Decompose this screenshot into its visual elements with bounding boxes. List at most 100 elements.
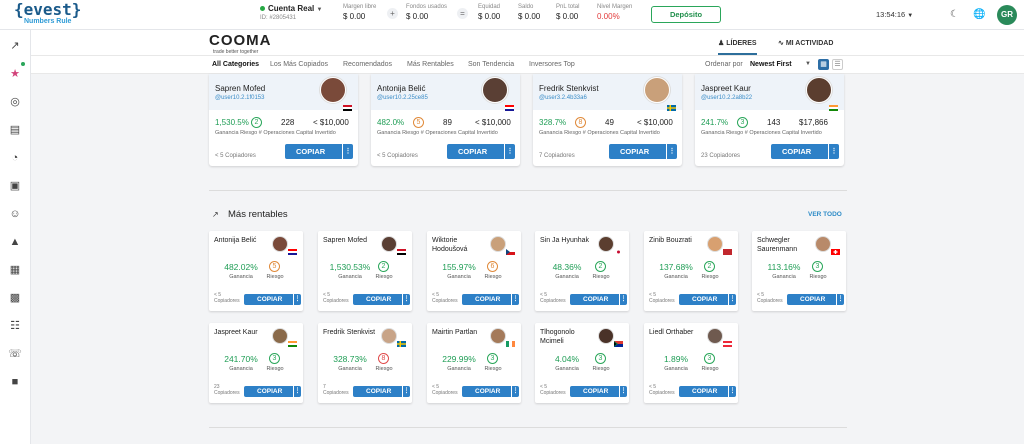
view-all-link[interactable]: VER TODO	[808, 211, 842, 218]
copy-button[interactable]: COPIAR ⋮	[771, 144, 839, 159]
filter-all-categories[interactable]: All Categories	[212, 61, 259, 68]
more-icon[interactable]: ⋮	[293, 386, 301, 397]
copy-button[interactable]: COPIAR ⋮	[679, 294, 736, 305]
leader-card[interactable]: Sapren Mofed @user10.2.1f0153 1,530.5% 2 228…	[209, 74, 358, 166]
copy-button[interactable]: COPIAR ⋮	[244, 386, 301, 397]
more-icon[interactable]: ⋮	[836, 294, 844, 305]
chart-line-icon[interactable]: ↗	[8, 39, 22, 53]
trader-name[interactable]: Antonija Belić	[377, 84, 425, 93]
avatar[interactable]	[707, 328, 723, 344]
globe-icon[interactable]: 🌐	[973, 9, 985, 20]
trader-name[interactable]: Fredrik Stenkvist	[323, 329, 381, 338]
more-icon[interactable]: ⋮	[342, 144, 353, 159]
trader-card[interactable]: Sapren Mofed 1,530.53% 2 Ganancia Riesgo < 5C…	[318, 231, 412, 311]
copy-button[interactable]: COPIAR ⋮	[787, 294, 844, 305]
trader-name[interactable]: Schwegler Saurenmann	[757, 237, 815, 254]
avatar[interactable]	[272, 328, 288, 344]
avatar[interactable]	[381, 328, 397, 344]
support-icon[interactable]: ☺	[8, 207, 22, 221]
avatar[interactable]	[381, 236, 397, 252]
calculator-icon[interactable]: ▩	[8, 291, 22, 305]
filter-most-profitable[interactable]: Más Rentables	[407, 61, 454, 68]
trader-name[interactable]: Tlhogonolo Mcimeli	[540, 329, 598, 346]
filter-recommended[interactable]: Recomendados	[343, 61, 392, 68]
trader-name[interactable]: Sapren Mofed	[323, 237, 381, 246]
leader-card[interactable]: Fredrik Stenkvist @user3.2.4b33a6 328.7% 8 4…	[533, 74, 682, 166]
copy-button[interactable]: COPIAR ⋮	[447, 144, 515, 159]
more-icon[interactable]: ⋮	[504, 144, 515, 159]
copy-button[interactable]: COPIAR ⋮	[570, 294, 627, 305]
copy-button[interactable]: COPIAR ⋮	[285, 144, 353, 159]
more-icon[interactable]: ⋮	[728, 386, 736, 397]
copy-button[interactable]: COPIAR ⋮	[609, 144, 677, 159]
graduation-cap-icon[interactable]: ▲	[8, 235, 22, 249]
trader-name[interactable]: Wiktorie Hodoušová	[432, 237, 490, 254]
trader-name[interactable]: Liedl Orthaber	[649, 329, 707, 338]
more-icon[interactable]: ⋮	[619, 386, 627, 397]
leader-card[interactable]: Antonija Belić @user10.2.25ce85 482.0% 5 89 <…	[371, 74, 520, 166]
trader-username[interactable]: @user10.2.2a8b22	[701, 95, 752, 101]
list-view-icon[interactable]: ☰	[832, 59, 843, 70]
more-icon[interactable]: ⋮	[511, 386, 519, 397]
trader-name[interactable]: Sapren Mofed	[215, 84, 265, 93]
tab-my-activity[interactable]: ∿ MI ACTIVIDAD	[778, 39, 833, 47]
chevron-down-icon[interactable]: ▼	[805, 61, 811, 67]
leader-card[interactable]: Jaspreet Kaur @user10.2.2a8b22 241.7% 3 143 $…	[695, 74, 844, 166]
user-avatar[interactable]: GR	[997, 5, 1017, 25]
trader-name[interactable]: Fredrik Stenkvist	[539, 84, 599, 93]
trader-name[interactable]: Sin Ja Hyunhak	[540, 237, 598, 246]
more-icon[interactable]: ⋮	[666, 144, 677, 159]
trader-card[interactable]: Antonija Belić 482.02% 5 Ganancia Riesgo < 5C…	[209, 231, 303, 311]
tab-leaders[interactable]: ♟ LÍDERES	[718, 39, 757, 55]
target-icon[interactable]: ◎	[8, 95, 22, 109]
filter-most-copied[interactable]: Los Más Copiados	[270, 61, 328, 68]
order-select[interactable]: Newest First	[750, 61, 792, 68]
account-selector[interactable]: Cuenta Real ▼ ID: #2805431	[260, 4, 322, 21]
trader-name[interactable]: Antonija Belić	[214, 237, 272, 246]
trader-username[interactable]: @user3.2.4b33a6	[539, 95, 587, 101]
filter-top-investors[interactable]: Inversores Top	[529, 61, 575, 68]
avatar[interactable]	[598, 328, 614, 344]
more-icon[interactable]: ⋮	[293, 294, 301, 305]
trader-card[interactable]: Sin Ja Hyunhak 48.36% 2 Ganancia Riesgo < 5 Co…	[535, 231, 629, 311]
trader-name[interactable]: Jaspreet Kaur	[701, 84, 751, 93]
trader-card[interactable]: Fredrik Stenkvist 328.73% 8 Ganancia Riesgo 7…	[318, 323, 412, 403]
whatsapp-icon[interactable]: ☏	[8, 347, 22, 361]
evest-logo[interactable]: {evest}	[14, 1, 81, 18]
avatar[interactable]	[490, 236, 506, 252]
grid-view-icon[interactable]: ▦	[818, 59, 829, 70]
copytrading-icon[interactable]: ★	[8, 67, 22, 81]
copy-button[interactable]: COPIAR ⋮	[679, 386, 736, 397]
more-icon[interactable]: ⋮	[619, 294, 627, 305]
trader-name[interactable]: Zinib Bouzrati	[649, 237, 707, 246]
more-icon[interactable]: ⋮	[402, 386, 410, 397]
trader-card[interactable]: Liedl Orthaber 1.89% 3 Ganancia Riesgo < 5 Cop…	[644, 323, 738, 403]
news-icon[interactable]: ▦	[8, 263, 22, 277]
trader-name[interactable]: Mairtin Partlan	[432, 329, 490, 338]
copy-button[interactable]: COPIAR ⋮	[462, 294, 519, 305]
pie-chart-icon[interactable]: ◔	[8, 151, 22, 165]
filter-trending[interactable]: Son Tendencia	[468, 61, 514, 68]
copy-button[interactable]: COPIAR ⋮	[570, 386, 627, 397]
copy-button[interactable]: COPIAR ⋮	[353, 294, 410, 305]
gamepad-icon[interactable]: ■	[8, 375, 22, 389]
copy-button[interactable]: COPIAR ⋮	[462, 386, 519, 397]
clock[interactable]: 13:54:16 ▼	[876, 10, 913, 19]
more-icon[interactable]: ⋮	[511, 294, 519, 305]
avatar[interactable]	[598, 236, 614, 252]
more-icon[interactable]: ⋮	[402, 294, 410, 305]
trader-card[interactable]: Jaspreet Kaur 241.70% 3 Ganancia Riesgo 23 Cop…	[209, 323, 303, 403]
trader-card[interactable]: Zinib Bouzrati 137.68% 2 Ganancia Riesgo < 5C…	[644, 231, 738, 311]
more-icon[interactable]: ⋮	[728, 294, 736, 305]
copy-button[interactable]: COPIAR ⋮	[353, 386, 410, 397]
cooma-logo[interactable]: COOMA	[209, 32, 272, 49]
avatar[interactable]	[815, 236, 831, 252]
moon-icon[interactable]: ☾	[950, 9, 959, 20]
trader-name[interactable]: Jaspreet Kaur	[214, 329, 272, 338]
trader-card[interactable]: Mairtin Partlan 229.99% 3 Ganancia Riesgo < 5…	[427, 323, 521, 403]
briefcase-icon[interactable]: ▣	[8, 179, 22, 193]
deposit-button[interactable]: Depósito	[651, 6, 721, 23]
trader-card[interactable]: Schwegler Saurenmann 113.16% 3 Ganancia Ries…	[752, 231, 846, 311]
trader-username[interactable]: @user10.2.1f0153	[215, 95, 264, 101]
bar-chart-icon[interactable]: ▤	[8, 123, 22, 137]
